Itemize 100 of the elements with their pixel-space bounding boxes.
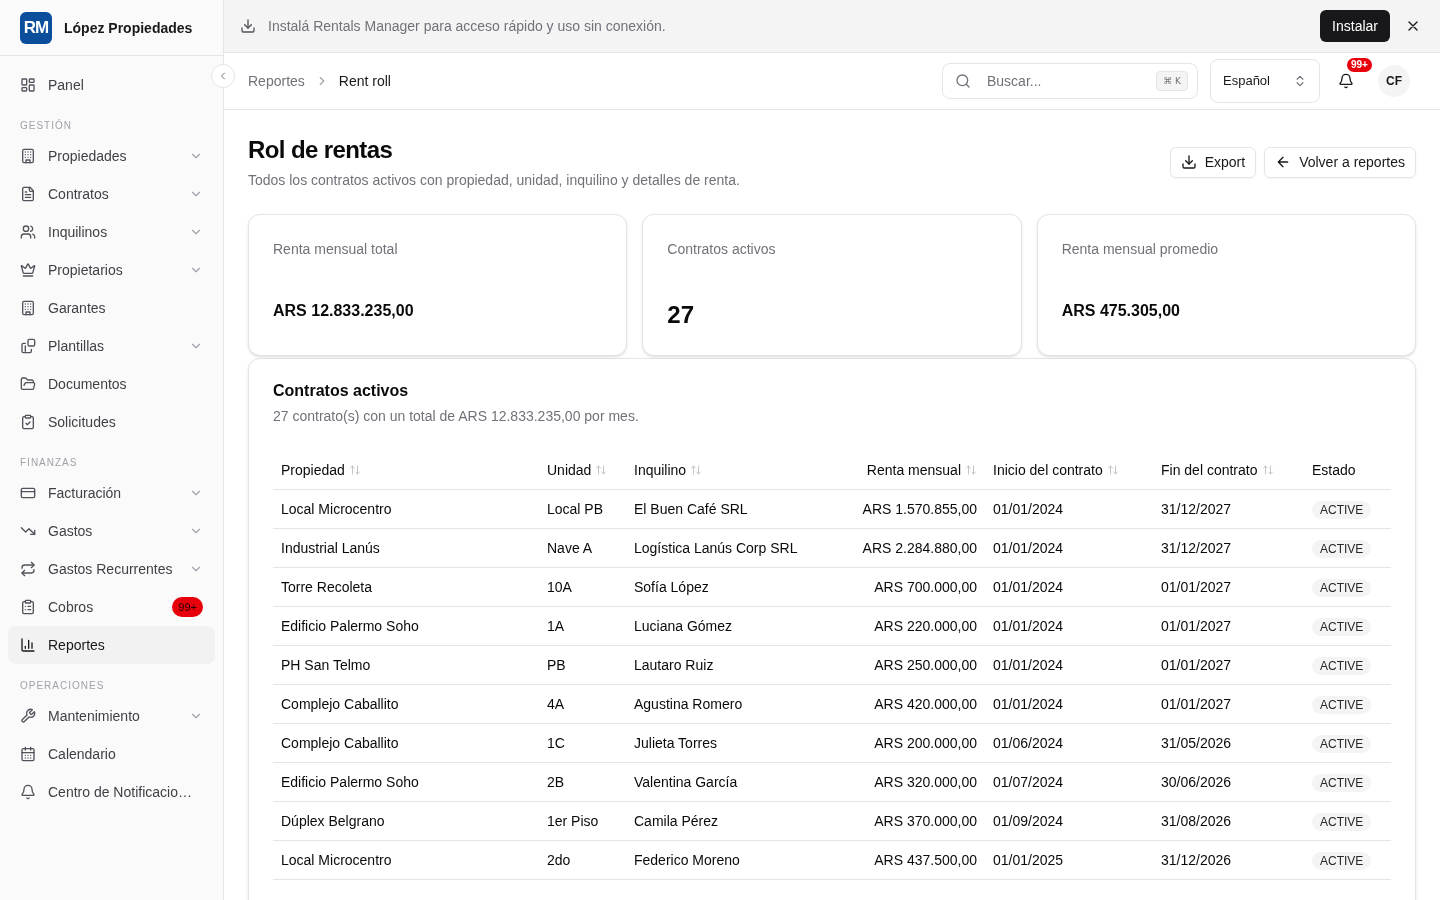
back-button[interactable]: Volver a reportes xyxy=(1264,146,1416,178)
status-badge: ACTIVE xyxy=(1312,578,1372,597)
sort-icon xyxy=(1261,463,1274,476)
repeat-icon xyxy=(20,561,36,577)
table-cell: ARS 2.284.880,00 xyxy=(840,528,985,567)
bell-icon xyxy=(1338,73,1354,89)
nav-item[interactable]: Mantenimiento xyxy=(8,697,215,735)
table-cell: Agustina Romero xyxy=(626,684,840,723)
breadcrumb-current: Rent roll xyxy=(338,72,391,91)
install-button[interactable]: Instalar xyxy=(1320,10,1390,42)
sort-icon xyxy=(965,463,977,476)
sort-icon xyxy=(348,463,361,476)
nav-item[interactable]: Facturación xyxy=(8,474,215,512)
table-cell: ARS 1.570.855,00 xyxy=(840,489,985,528)
table-cell: Industrial Lanús xyxy=(273,528,539,567)
table-cell: 2do xyxy=(539,840,626,879)
table-cell: 01/01/2024 xyxy=(985,528,1153,567)
status-badge: ACTIVE xyxy=(1312,656,1372,675)
credit-card-icon xyxy=(20,485,36,501)
nav-item[interactable]: Propietarios xyxy=(8,251,215,289)
table-cell: ARS 220.000,00 xyxy=(840,606,985,645)
table-cell: 31/12/2026 xyxy=(1153,840,1304,879)
column-header[interactable]: Fin del contrato xyxy=(1161,459,1274,480)
table-cell: Local Microcentro xyxy=(273,840,539,879)
table-cell: Federico Moreno xyxy=(626,840,840,879)
table-cell: Luciana Gómez xyxy=(626,606,840,645)
table-cell: 10A xyxy=(539,567,626,606)
sort-icon xyxy=(1106,463,1119,476)
column-header[interactable]: Propiedad xyxy=(281,459,361,480)
page-title: Rol de rentas xyxy=(248,135,394,165)
column-header[interactable]: Unidad xyxy=(547,459,608,480)
bell-icon xyxy=(20,784,36,800)
stat-label: Renta mensual total xyxy=(273,240,399,259)
brand-logo: RM xyxy=(20,11,52,44)
stat-label: Renta mensual promedio xyxy=(1061,240,1220,259)
stat-value: ARS 12.833.235,00 xyxy=(273,301,415,321)
nav-item[interactable]: Cobros 99+ xyxy=(8,588,215,626)
calendar-icon xyxy=(20,746,36,762)
status-badge: ACTIVE xyxy=(1312,695,1372,714)
avatar[interactable]: CF xyxy=(1378,65,1410,97)
table-cell: PH San Telmo xyxy=(273,645,539,684)
download-icon xyxy=(240,18,256,34)
column-header[interactable]: Renta mensual xyxy=(866,459,977,480)
breadcrumb-link[interactable]: Reportes xyxy=(248,71,305,91)
dashboard-icon xyxy=(20,77,36,93)
nav-item[interactable]: Contratos xyxy=(8,175,215,213)
table-cell: Dúplex Belgrano xyxy=(273,801,539,840)
stat-label: Contratos activos xyxy=(667,240,777,259)
table-cell: 01/01/2024 xyxy=(985,489,1153,528)
table-cell: 31/12/2027 xyxy=(1153,528,1304,567)
table-cell: ARS 250.000,00 xyxy=(840,645,985,684)
column-header[interactable]: Inquilino xyxy=(634,459,703,480)
nav-item[interactable]: Calendario xyxy=(8,735,215,773)
card-title: Contratos activos xyxy=(273,381,410,401)
nav-item[interactable]: Reportes xyxy=(8,626,215,664)
clipboard-check-icon xyxy=(20,414,36,430)
nav-item[interactable]: Centro de Notificacio… xyxy=(8,773,215,811)
banner-message: Instalá Rentals Manager para acceso rápido y uso sin conexión. xyxy=(268,17,666,36)
status-badge: ACTIVE xyxy=(1312,773,1372,792)
table-cell: 01/01/2024 xyxy=(985,684,1153,723)
status-badge: ACTIVE xyxy=(1312,734,1372,753)
stat-value: ARS 475.305,00 xyxy=(1061,301,1181,321)
nav-item[interactable]: Propiedades xyxy=(8,137,215,175)
download-icon xyxy=(1180,154,1197,170)
table-cell: Nave A xyxy=(539,528,626,567)
table-cell: 01/06/2024 xyxy=(985,723,1153,762)
nav-item[interactable]: Panel xyxy=(8,66,215,104)
table-cell: 30/06/2026 xyxy=(1153,762,1304,801)
nav-item[interactable]: Gastos Recurrentes xyxy=(8,550,215,588)
wrench-icon xyxy=(20,708,36,724)
table-cell: 01/01/2025 xyxy=(985,840,1153,879)
table-cell: 01/09/2024 xyxy=(985,801,1153,840)
nav-item[interactable]: Gastos xyxy=(8,512,215,550)
bar-chart-icon xyxy=(20,637,36,653)
table-cell: 01/07/2024 xyxy=(985,762,1153,801)
table-cell: Local PB xyxy=(539,489,626,528)
table-cell: Julieta Torres xyxy=(626,723,840,762)
table-cell: Camila Pérez xyxy=(626,801,840,840)
section-label: FINANZAS xyxy=(19,456,79,470)
table-cell: 31/08/2026 xyxy=(1153,801,1304,840)
column-header[interactable]: Inicio del contrato xyxy=(993,459,1119,480)
table-cell: 1C xyxy=(539,723,626,762)
keyboard-shortcut: ⌘ K xyxy=(1156,71,1188,91)
building-icon xyxy=(20,148,36,164)
copy-icon xyxy=(20,338,36,354)
table-cell: 31/05/2026 xyxy=(1153,723,1304,762)
table-cell: ARS 370.000,00 xyxy=(840,801,985,840)
sort-icon xyxy=(690,463,703,476)
nav-item[interactable]: Garantes xyxy=(8,289,215,327)
nav-item[interactable]: Inquilinos xyxy=(8,213,215,251)
table-cell: Sofía López xyxy=(626,567,840,606)
table-cell: 2B xyxy=(539,762,626,801)
export-button[interactable]: Export xyxy=(1169,146,1257,178)
page-subtitle: Todos los contratos activos con propiedad, unidad, inquilino y detalles de renta. xyxy=(248,171,740,190)
nav-item[interactable]: Plantillas xyxy=(8,327,215,365)
table-cell: Edificio Palermo Soho xyxy=(273,762,539,801)
nav-item[interactable]: Documentos xyxy=(8,365,215,403)
language-select[interactable]: Español xyxy=(1210,59,1320,103)
status-badge: ACTIVE xyxy=(1312,539,1372,558)
nav-item[interactable]: Solicitudes xyxy=(8,403,215,441)
